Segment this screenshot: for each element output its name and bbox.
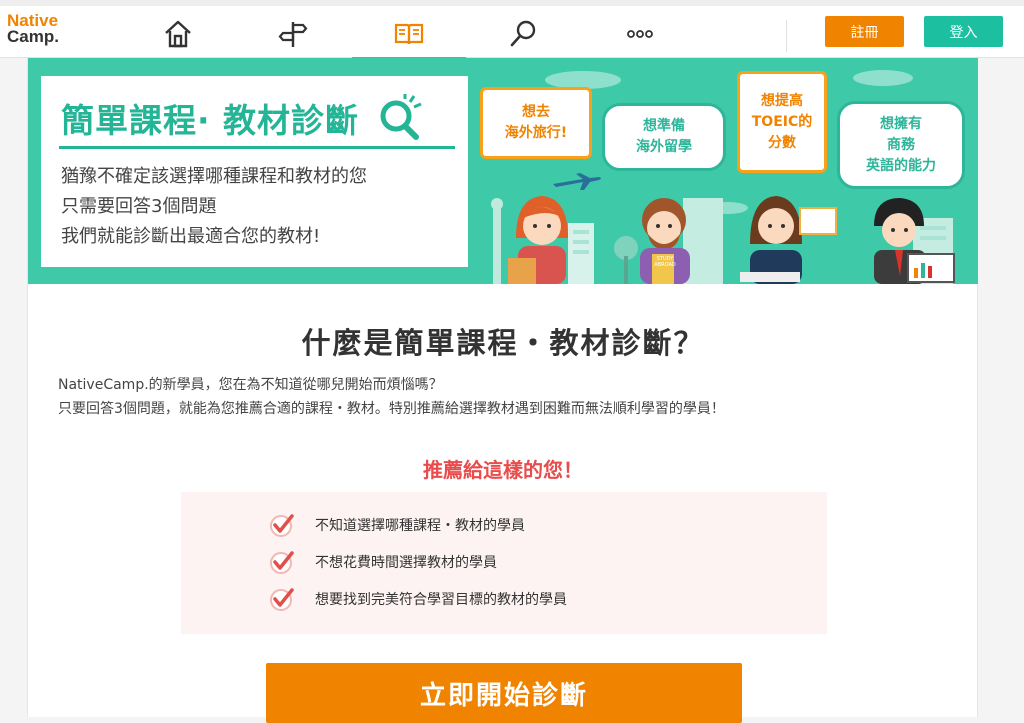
book-icon — [394, 23, 424, 45]
page-title: 什麼是簡單課程・教材診斷？ — [301, 326, 705, 360]
check-icon — [269, 512, 295, 538]
home-icon — [165, 20, 191, 48]
nav-more[interactable] — [620, 14, 660, 54]
list-item: 不知道選擇哪種課程・教材的學員 — [269, 512, 525, 538]
signpost-icon — [278, 22, 308, 47]
nav-signpost[interactable] — [273, 14, 313, 54]
recommend-item-text: 不知道選擇哪種課程・教材的學員 — [315, 518, 525, 534]
nav-search[interactable] — [503, 14, 543, 54]
speech-bubble-travel: 想去 海外旅行! — [480, 87, 592, 159]
intro-line-1: NativeCamp.的新學員，您在為不知道從哪兒開始而煩惱嗎？ — [58, 377, 443, 393]
bubble-text: TOEIC的 — [751, 113, 813, 130]
intro-line-2: 只要回答3個問題，就能為您推薦合適的課程・教材。特別推薦給選擇教材遇到困難而無法… — [58, 401, 725, 417]
check-icon — [269, 586, 295, 612]
speech-bubble-toeic: 想提高 TOEIC的 分數 — [737, 71, 827, 173]
check-icon — [269, 549, 295, 575]
nativecamp-logo[interactable]: Native Camp. — [7, 12, 59, 46]
content-card: 簡單課程· 教材診斷 猶豫不確定該選擇哪種課程和教材的您 只需要回答3個問題 我… — [27, 58, 978, 723]
register-button[interactable]: 註冊 — [825, 16, 904, 47]
bubble-text: 想準備 — [643, 118, 685, 134]
banner-rule — [59, 146, 455, 149]
hero-banner: 簡單課程· 教材診斷 猶豫不確定該選擇哪種課程和教材的您 只需要回答3個問題 我… — [28, 58, 978, 284]
bubble-text: 想擁有 — [880, 115, 922, 132]
study-abroad-book-label: STUDY ABROAD — [654, 256, 676, 268]
start-diagnosis-button[interactable]: 立即開始診斷 — [266, 663, 742, 723]
list-item: 想要找到完美符合學習目標的教材的學員 — [269, 586, 567, 612]
speech-bubble-study-abroad: 想準備 海外留學 — [602, 103, 726, 171]
recommend-item-text: 不想花費時間選擇教材的學員 — [315, 555, 497, 571]
recommend-item-text: 想要找到完美符合學習目標的教材的學員 — [315, 592, 567, 608]
top-nav-bar: Native Camp. 註冊 登入 — [0, 0, 1024, 61]
bubble-text: 想提高 — [761, 92, 803, 109]
bubble-text: 海外留學 — [636, 139, 692, 155]
bubble-text: 分數 — [768, 134, 796, 151]
banner-title: 簡單課程· 教材診斷 — [61, 94, 424, 142]
nav-textbook[interactable] — [389, 14, 429, 54]
login-button[interactable]: 登入 — [924, 16, 1003, 47]
banner-text-box: 簡單課程· 教材診斷 猶豫不確定該選擇哪種課程和教材的您 只需要回答3個問題 我… — [41, 76, 468, 267]
banner-line-3: 我們就能診斷出最適合您的教材! — [61, 226, 321, 247]
search-icon — [510, 20, 536, 47]
banner-line-2: 只需要回答3個問題 — [61, 196, 217, 217]
recommend-title: 推薦給這樣的您！ — [423, 458, 583, 482]
more-icon — [627, 30, 653, 38]
speech-bubble-business: 想擁有 商務 英語的能力 — [837, 101, 965, 189]
list-item: 不想花費時間選擇教材的學員 — [269, 549, 497, 575]
logo-line2: Camp. — [7, 27, 59, 46]
bubble-text: 海外旅行! — [504, 125, 568, 141]
magnifier-icon — [380, 94, 422, 140]
recommend-box: 不知道選擇哪種課程・教材的學員 不想花費時間選擇教材的學員 想要找到完美符合學習… — [181, 492, 827, 634]
header-divider — [786, 20, 787, 52]
bubble-text: 商務 — [887, 136, 915, 153]
bubble-text: 想去 — [522, 104, 550, 120]
bubble-text: 英語的能力 — [866, 157, 936, 174]
nav-home[interactable] — [158, 14, 198, 54]
banner-line-1: 猶豫不確定該選擇哪種課程和教材的您 — [61, 166, 367, 187]
